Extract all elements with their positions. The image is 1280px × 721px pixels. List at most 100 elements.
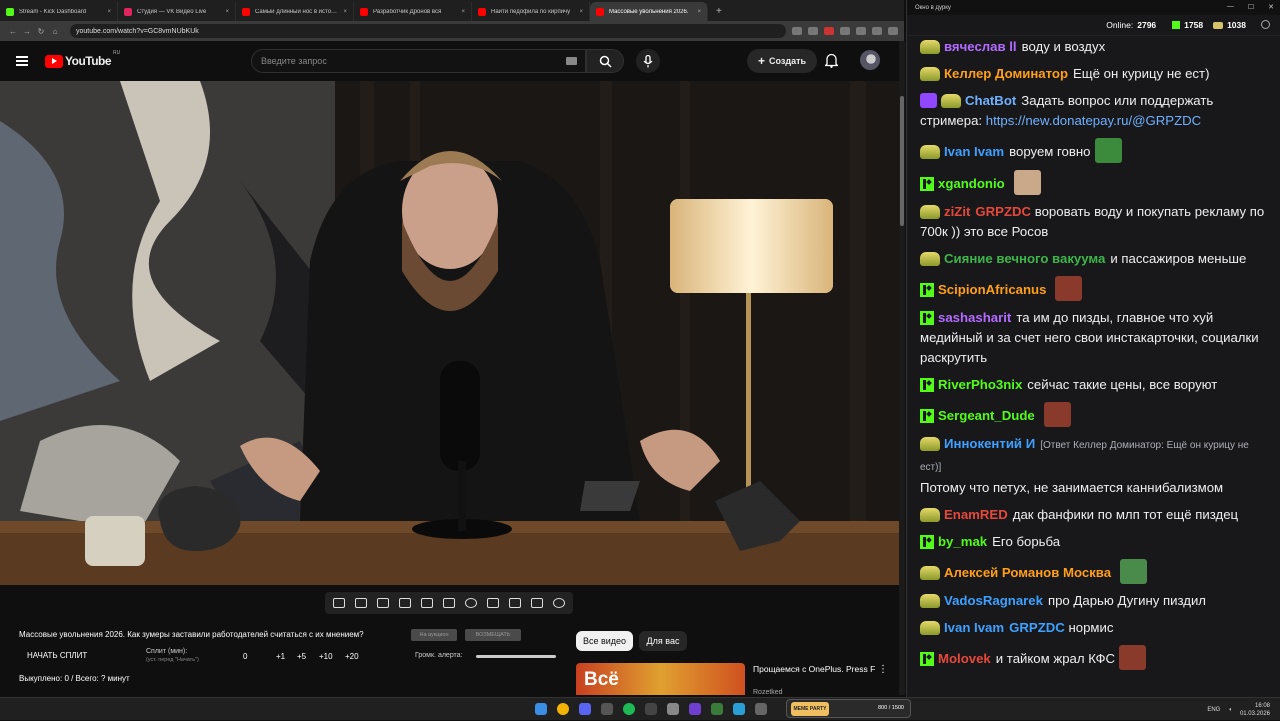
auction-pill[interactable]: На аукцион — [411, 629, 457, 641]
video-player[interactable] — [0, 81, 900, 585]
chat-username[interactable]: Ivan Ivam — [944, 620, 1004, 635]
chat-username[interactable]: Сияние вечного вакуума — [944, 251, 1105, 266]
chat-username[interactable]: RiverPho3nix — [938, 377, 1022, 392]
chat-username[interactable]: VadosRagnarek — [944, 593, 1043, 608]
pip-icon[interactable] — [421, 598, 433, 608]
add-icon[interactable] — [487, 598, 499, 608]
split-plus-5[interactable]: +5 — [297, 652, 306, 661]
chrome-icon[interactable] — [557, 703, 569, 715]
maximize-icon[interactable]: ☐ — [1248, 3, 1254, 11]
tab-close-icon[interactable]: × — [579, 9, 583, 15]
browser-tab[interactable]: Самый длинный нос в истории × — [236, 2, 354, 21]
minimize-icon[interactable]: — — [1227, 3, 1234, 11]
close-icon[interactable]: ✕ — [1268, 3, 1274, 11]
chat-username[interactable]: вячеслав ll — [944, 39, 1017, 54]
flask-icon[interactable] — [531, 598, 543, 608]
chat-username[interactable]: xgandonio — [938, 176, 1005, 191]
voice-search-button[interactable] — [636, 49, 660, 73]
view-icon[interactable] — [377, 598, 389, 608]
chip-all-videos[interactable]: Все видео — [576, 631, 633, 651]
chat-username[interactable]: Иннокентий И — [944, 436, 1035, 451]
back-icon[interactable]: ← — [6, 27, 20, 36]
app-icon[interactable] — [689, 703, 701, 715]
chat-username[interactable]: ScipionAfricanus — [938, 282, 1046, 297]
chat-username[interactable]: ChatBot — [965, 93, 1016, 108]
create-button[interactable]: + Создать — [747, 49, 817, 73]
clock[interactable]: 16:08 01.03.2026 — [1240, 702, 1270, 718]
chat-messages[interactable]: вячеслав ll воду и воздух Келлер Доминатор… — [920, 37, 1272, 685]
chat-username[interactable]: Ivan Ivam — [944, 144, 1004, 159]
recommended-channel[interactable]: Rozetked — [753, 689, 783, 696]
notifications-bell-icon[interactable] — [825, 53, 838, 68]
recommended-title[interactable]: Прощаемся с OnePlus. Press F — [753, 664, 878, 675]
alert-volume-slider[interactable] — [476, 655, 556, 658]
chat-username[interactable]: sashasharit — [938, 310, 1011, 325]
recommended-thumbnail[interactable]: Всё — [576, 663, 745, 695]
browser-tab[interactable]: Найти педофила по кирпичу × — [472, 2, 590, 21]
loop-icon[interactable] — [333, 598, 345, 608]
chat-username[interactable]: Алексей Романов Москва — [944, 565, 1111, 580]
app-icon[interactable] — [667, 703, 679, 715]
menu-icon[interactable] — [16, 54, 28, 69]
forward-icon[interactable]: → — [20, 27, 34, 36]
browser-tab[interactable]: Stream - Kick Dashboard × — [0, 2, 118, 21]
start-split-button[interactable]: НАЧАТЬ СПЛИТ — [27, 651, 87, 660]
discord-icon[interactable] — [579, 703, 591, 715]
refund-pill[interactable]: ВОЗМЕЩАТЬ — [465, 629, 521, 641]
extension-icon[interactable] — [824, 27, 834, 35]
app-icon[interactable] — [711, 703, 723, 715]
chat-username[interactable]: Molovek — [938, 651, 991, 666]
chip-for-you[interactable]: Для вас — [639, 631, 687, 651]
settings-icon[interactable] — [1261, 20, 1270, 29]
tab-close-icon[interactable]: × — [343, 9, 347, 15]
film-icon[interactable] — [399, 598, 411, 608]
avatar[interactable] — [860, 50, 880, 70]
spotify-icon[interactable] — [623, 703, 635, 715]
chat-link[interactable]: https://new.donatepay.ru/@GRPZDC — [986, 113, 1201, 128]
split-plus-1[interactable]: +1 — [276, 652, 285, 661]
tab-close-icon[interactable]: × — [461, 9, 465, 15]
chat-username[interactable]: Келлер Доминатор — [944, 66, 1068, 81]
subtitles-icon[interactable] — [443, 598, 455, 608]
language-indicator[interactable]: ENG — [1207, 707, 1220, 713]
home-icon[interactable]: ⌂ — [48, 27, 62, 36]
split-plus-10[interactable]: +10 — [319, 652, 333, 661]
browser-tab[interactable]: Разработчик Дронов вся × — [354, 2, 472, 21]
windows-start-icon[interactable] — [535, 703, 547, 715]
split-value-0[interactable]: 0 — [243, 652, 247, 661]
keyboard-icon[interactable] — [566, 57, 577, 65]
reload-icon[interactable]: ↻ — [34, 27, 48, 36]
browser-tab[interactable]: Массовые увольнения 2026. × — [590, 2, 708, 21]
meme-party-widget[interactable]: MEME PARTY 800 / 1500 — [786, 699, 911, 718]
youtube-logo[interactable]: YouTube RU — [45, 50, 120, 68]
volume-icon[interactable]: ◖ — [1228, 707, 1232, 713]
more-options-icon[interactable]: ⋮ — [878, 664, 888, 675]
tab-close-icon[interactable]: × — [107, 9, 111, 15]
app-icon[interactable] — [755, 703, 767, 715]
telegram-icon[interactable] — [733, 703, 745, 715]
new-tab-button[interactable]: + — [708, 2, 730, 21]
browser-menu-icon[interactable] — [888, 27, 898, 35]
chat-username[interactable]: EnamRED — [944, 507, 1008, 522]
profile-icon[interactable] — [872, 27, 882, 35]
chat-username[interactable]: by_mak — [938, 534, 987, 549]
search-button[interactable] — [586, 49, 624, 73]
speed-icon[interactable] — [465, 598, 477, 608]
browser-tab[interactable]: Студия — VK Видео Live × — [118, 2, 236, 21]
split-plus-20[interactable]: +20 — [345, 652, 359, 661]
chat-username[interactable]: ziZit — [944, 204, 970, 219]
obs-icon[interactable] — [645, 703, 657, 715]
page-scrollbar[interactable] — [899, 41, 905, 695]
app-icon[interactable] — [601, 703, 613, 715]
settings-gear-icon[interactable] — [553, 598, 565, 608]
broadcast-icon[interactable] — [355, 598, 367, 608]
tab-close-icon[interactable]: × — [697, 9, 701, 15]
extension-icon[interactable] — [792, 27, 802, 35]
search-input[interactable]: Введите запрос — [251, 49, 586, 73]
extension-icon[interactable] — [840, 27, 850, 35]
chat-username[interactable]: Sergeant_Dude — [938, 408, 1035, 423]
extension-icon[interactable] — [808, 27, 818, 35]
download-icon[interactable] — [856, 27, 866, 35]
tab-close-icon[interactable]: × — [225, 9, 229, 15]
screenshot-icon[interactable] — [509, 598, 521, 608]
